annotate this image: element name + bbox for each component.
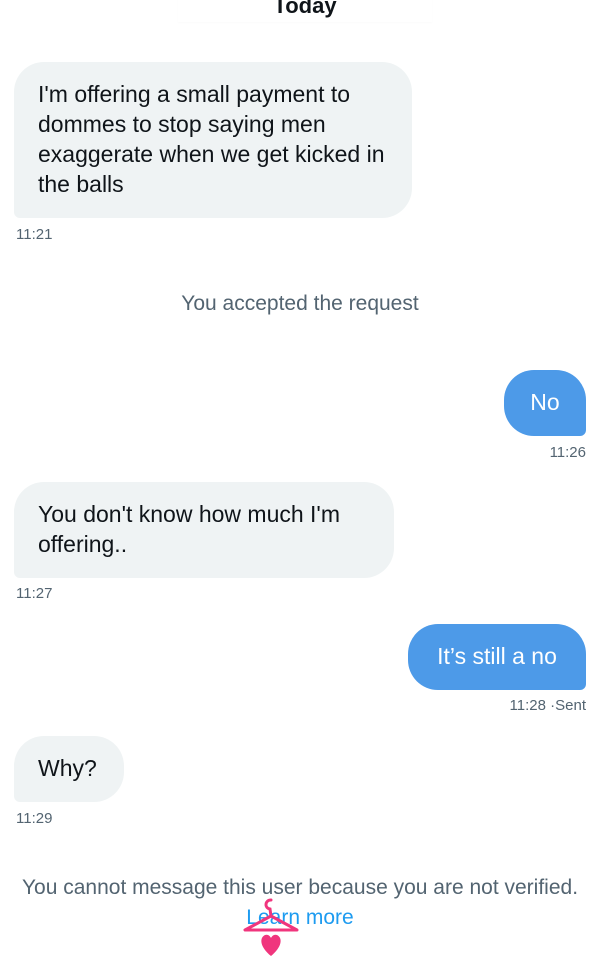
request-accepted-note: You accepted the request (181, 292, 419, 315)
message-timestamp: 11:29 (16, 810, 53, 827)
message-timestamp: 11:27 (16, 585, 53, 602)
message-text: I'm offering a small payment to dommes t… (38, 81, 385, 197)
message-timestamp: 11:28 (509, 697, 546, 714)
dm-conversation: Today I'm offering a small payment to do… (0, 0, 600, 979)
message-timestamp: 11:21 (16, 226, 53, 243)
message-text: You don't know how much I'm offering.. (38, 501, 340, 557)
learn-more-link[interactable]: Learn more (246, 906, 353, 929)
verification-notice: You cannot message this user because you… (0, 873, 600, 933)
message-bubble-outgoing[interactable]: It’s still a no (408, 624, 586, 690)
message-text: It’s still a no (437, 643, 557, 669)
date-divider: Today (178, 0, 432, 22)
message-bubble-incoming[interactable]: I'm offering a small payment to dommes t… (14, 62, 412, 218)
message-bubble-incoming[interactable]: Why? (14, 736, 124, 802)
message-text: No (530, 389, 560, 415)
message-text: Why? (38, 755, 97, 781)
message-timestamp: 11:26 (549, 444, 586, 461)
message-bubble-outgoing[interactable]: No (504, 370, 586, 436)
message-timestamp-status: 11:28 ·Sent (420, 696, 586, 716)
verification-notice-text: You cannot message this user because you… (21, 876, 579, 899)
message-bubble-incoming[interactable]: You don't know how much I'm offering.. (14, 482, 394, 578)
message-status: Sent (555, 697, 586, 714)
